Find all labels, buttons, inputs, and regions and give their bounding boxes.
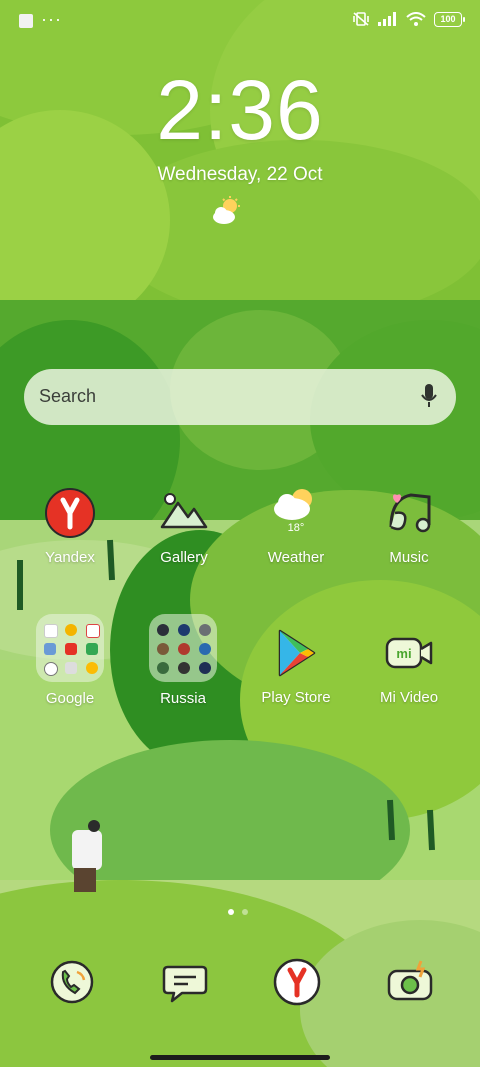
svg-text:mi: mi [396, 646, 411, 661]
home-gesture-bar[interactable] [150, 1055, 330, 1060]
russia-folder-icon [149, 614, 217, 682]
app-music[interactable]: Music [349, 485, 469, 566]
signal-icon [378, 12, 396, 26]
app-gallery[interactable]: Gallery [124, 485, 244, 566]
search-input[interactable]: Search [39, 386, 96, 407]
microphone-icon[interactable] [420, 383, 438, 409]
app-play-store[interactable]: Play Store [236, 625, 356, 706]
music-icon [389, 493, 431, 533]
partly-cloudy-icon[interactable] [210, 196, 244, 226]
vibrate-off-icon [353, 12, 369, 26]
weather-temp: 18° [288, 522, 305, 534]
camera-icon[interactable] [385, 957, 435, 1007]
clock-time[interactable]: 2:36 [0, 62, 480, 159]
app-mi-video[interactable]: mi Mi Video [349, 625, 469, 706]
page-dot-active [228, 909, 234, 915]
wifi-icon [406, 11, 426, 26]
page-dot [242, 909, 248, 915]
messages-icon[interactable] [160, 957, 210, 1007]
app-label: Weather [267, 549, 325, 566]
app-label: Yandex [45, 549, 95, 566]
google-folder-icon [36, 614, 104, 682]
app-label: Gallery [160, 549, 208, 566]
folder-russia[interactable]: Russia [123, 614, 243, 707]
app-label: Play Store [261, 689, 331, 706]
yandex-icon [45, 488, 95, 538]
weather-icon: 18° [274, 489, 312, 534]
search-bar[interactable]: Search [24, 369, 456, 425]
app-label: Mi Video [379, 689, 439, 706]
page-indicator [228, 909, 248, 915]
clock-date[interactable]: Wednesday, 22 Oct [0, 164, 480, 186]
gallery-icon [160, 493, 208, 529]
play-store-icon [278, 629, 316, 677]
status-bar: ··· 100 [0, 0, 480, 42]
phone-icon[interactable] [47, 957, 97, 1007]
app-weather[interactable]: 18° Weather [236, 485, 356, 566]
more-notifications-icon: ··· [41, 9, 62, 29]
app-label: Music [389, 549, 429, 566]
mi-video-icon: mi [385, 637, 433, 669]
folder-google[interactable]: Google [10, 614, 130, 707]
battery-indicator: 100 [434, 11, 465, 27]
yandex-browser-icon[interactable] [272, 957, 322, 1007]
app-label: Google [45, 690, 95, 707]
notification-icon [19, 14, 33, 28]
app-label: Russia [160, 690, 206, 707]
app-yandex[interactable]: Yandex [10, 485, 130, 566]
